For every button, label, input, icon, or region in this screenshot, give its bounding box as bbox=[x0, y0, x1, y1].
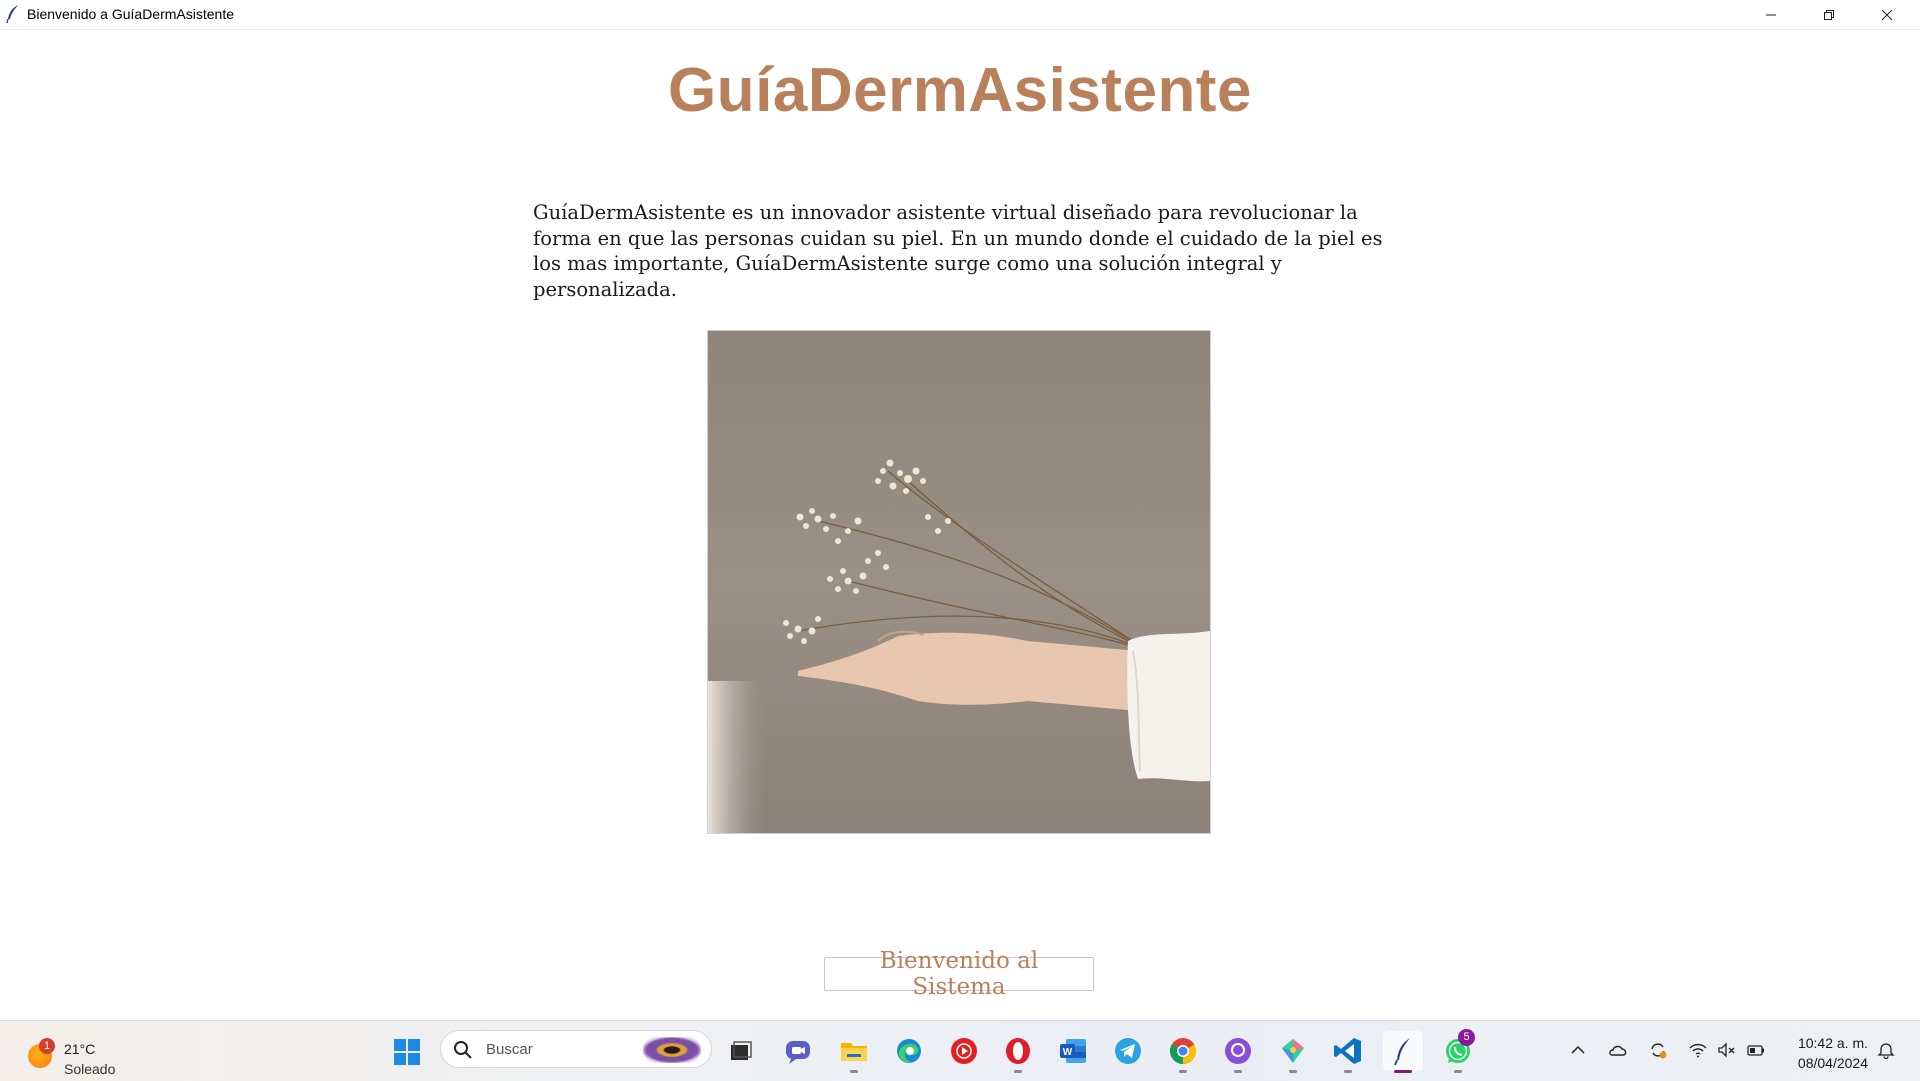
hero-image bbox=[707, 330, 1211, 834]
opera-icon bbox=[1006, 1038, 1030, 1064]
search-highlight-icon bbox=[643, 1037, 701, 1063]
task-view-icon bbox=[731, 1041, 752, 1060]
weather-temp: 21°C bbox=[64, 1041, 96, 1057]
running-indicator bbox=[850, 1070, 858, 1073]
whatsapp-button[interactable]: 5 bbox=[1438, 1029, 1478, 1073]
onedrive-icon[interactable] bbox=[1608, 1040, 1628, 1060]
github-desktop-button[interactable] bbox=[1218, 1031, 1258, 1073]
notifications-icon[interactable] bbox=[1876, 1040, 1896, 1060]
edge-button[interactable] bbox=[889, 1031, 929, 1071]
running-indicator bbox=[1234, 1070, 1242, 1073]
wifi-icon[interactable] bbox=[1688, 1040, 1708, 1060]
search-icon bbox=[454, 1041, 472, 1059]
task-view-button[interactable] bbox=[720, 1031, 760, 1071]
chrome-icon bbox=[1169, 1038, 1197, 1065]
telegram-button[interactable] bbox=[1108, 1031, 1148, 1071]
hand-holding-dried-flowers-photo bbox=[708, 331, 1210, 833]
youtube-music-button[interactable] bbox=[944, 1031, 984, 1071]
active-indicator bbox=[1394, 1070, 1412, 1073]
taskbar: 1 21°C Soleado Buscar W 5 10:42 a. m. 08… bbox=[0, 1020, 1920, 1081]
file-explorer-button[interactable] bbox=[834, 1031, 874, 1073]
clock[interactable]: 10:42 a. m. 08/04/2024 bbox=[1798, 1033, 1868, 1073]
weather-widget[interactable]: 1 21°C Soleado bbox=[26, 1031, 146, 1077]
notification-badge: 5 bbox=[1458, 1029, 1475, 1046]
chrome-button[interactable] bbox=[1163, 1031, 1203, 1073]
word-icon: W bbox=[1060, 1039, 1086, 1063]
search-box[interactable]: Buscar bbox=[440, 1030, 712, 1068]
title-bar: Bienvenido a GuíaDermAsistente bbox=[0, 0, 1920, 30]
chat-icon bbox=[786, 1041, 810, 1064]
python-tk-button[interactable] bbox=[1383, 1031, 1423, 1073]
speaker-muted-icon[interactable] bbox=[1716, 1040, 1736, 1060]
window-title: Bienvenido a GuíaDermAsistente bbox=[27, 6, 234, 22]
close-button[interactable] bbox=[1858, 0, 1916, 29]
github-desktop-icon bbox=[1225, 1038, 1251, 1064]
feather-icon bbox=[6, 5, 18, 24]
gitkraken-icon bbox=[1282, 1039, 1304, 1063]
vscode-button[interactable] bbox=[1328, 1031, 1368, 1073]
search-placeholder: Buscar bbox=[486, 1041, 533, 1058]
restore-icon bbox=[1824, 9, 1834, 20]
sync-icon[interactable] bbox=[1648, 1040, 1668, 1060]
welcome-button[interactable]: Bienvenido al Sistema bbox=[824, 948, 1094, 1000]
clock-time: 10:42 a. m. bbox=[1797, 1035, 1868, 1051]
weather-badge: 1 bbox=[39, 1038, 55, 1054]
running-indicator bbox=[1014, 1070, 1022, 1073]
word-button[interactable]: W bbox=[1053, 1031, 1093, 1071]
clock-date: 08/04/2024 bbox=[1797, 1055, 1868, 1071]
close-icon bbox=[1881, 9, 1893, 20]
chat-button[interactable] bbox=[778, 1031, 818, 1071]
app-description: GuíaDermAsistente es un innovador asiste… bbox=[533, 201, 1383, 301]
opera-button[interactable] bbox=[998, 1031, 1038, 1073]
battery-icon[interactable] bbox=[1746, 1040, 1766, 1060]
youtube-music-icon bbox=[951, 1038, 977, 1064]
restore-button[interactable] bbox=[1800, 0, 1858, 29]
running-indicator bbox=[1179, 1070, 1187, 1073]
minimize-button[interactable] bbox=[1742, 0, 1800, 29]
running-indicator bbox=[1454, 1070, 1462, 1073]
gitkraken-button[interactable] bbox=[1273, 1031, 1313, 1073]
file-explorer-icon bbox=[841, 1043, 867, 1061]
chevron-up-icon[interactable] bbox=[1568, 1040, 1588, 1060]
minimize-icon bbox=[1766, 14, 1776, 15]
vscode-icon bbox=[1334, 1038, 1361, 1064]
running-indicator bbox=[1344, 1070, 1352, 1073]
python-tk-icon bbox=[1394, 1038, 1410, 1066]
app-title: GuíaDermAsistente bbox=[668, 56, 1252, 125]
edge-icon bbox=[897, 1039, 921, 1063]
telegram-icon bbox=[1115, 1038, 1141, 1064]
svg-text:W: W bbox=[1063, 1047, 1073, 1058]
weather-condition: Soleado bbox=[64, 1061, 116, 1077]
running-indicator bbox=[1289, 1070, 1297, 1073]
start-icon[interactable] bbox=[393, 1038, 421, 1066]
